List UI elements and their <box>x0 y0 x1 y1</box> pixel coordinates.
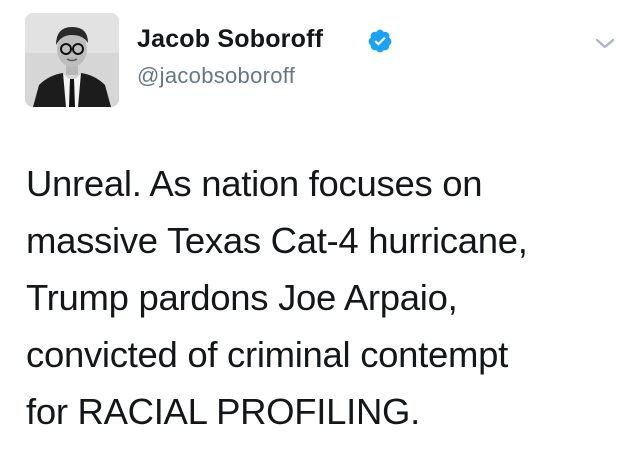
avatar[interactable] <box>25 13 119 107</box>
author-name[interactable]: Jacob Soboroff <box>137 25 323 54</box>
author-handle[interactable]: @jacobsoboroff <box>137 63 295 89</box>
tweet-text-line: convicted of criminal contempt <box>26 334 508 375</box>
verified-badge-icon <box>368 29 392 53</box>
avatar-photo <box>25 13 119 107</box>
tweet-text-line: for RACIAL PROFILING. <box>26 391 420 432</box>
tweet-text-line: Trump pardons Joe Arpaio, <box>26 277 458 318</box>
tweet-text-line: massive Texas Cat-4 hurricane, <box>26 220 528 261</box>
tweet-text: Unreal. As nation focuses on massive Tex… <box>26 155 626 440</box>
tweet-text-line: Unreal. As nation focuses on <box>26 163 483 204</box>
chevron-down-icon[interactable] <box>592 34 618 52</box>
tweet-card: Jacob Soboroff @jacobsoboroff Unreal. As… <box>0 0 640 453</box>
